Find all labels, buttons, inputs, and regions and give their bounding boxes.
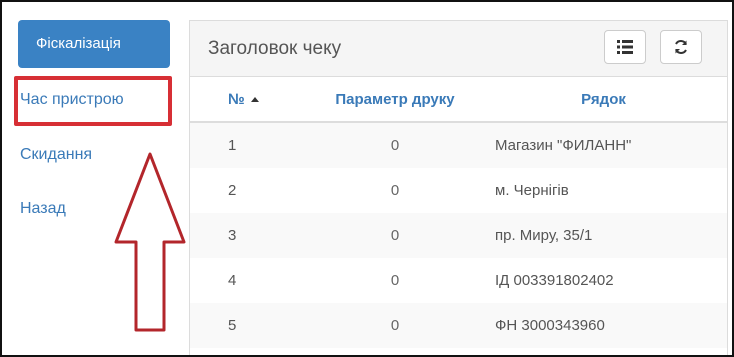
highlight-box bbox=[14, 76, 172, 126]
cell-number: 4 bbox=[228, 272, 237, 289]
cell-number: 3 bbox=[190, 213, 309, 258]
table-header-row: № Параметр друку Рядок bbox=[190, 77, 727, 123]
cell-line: Магазин "ФИЛАНН" bbox=[481, 122, 727, 168]
cell-number: 1 bbox=[190, 122, 309, 168]
app-frame: Фіскалізація Час пристрою Скидання Назад… bbox=[0, 0, 734, 357]
column-header-label: № bbox=[228, 90, 245, 108]
cell-number: 2 bbox=[228, 182, 237, 199]
sidebar-item-back[interactable]: Назад bbox=[20, 200, 66, 218]
cell-print-param: 0 bbox=[309, 122, 481, 168]
sidebar-item-label: Назад bbox=[20, 200, 66, 217]
table-row[interactable]: 5 0 ФН 3000343960 bbox=[190, 303, 727, 348]
cell-line: ФН 3000343960 bbox=[481, 303, 727, 348]
cell-print-param: 0 bbox=[390, 272, 400, 289]
table-row[interactable]: 1 0 Магазин "ФИЛАНН" bbox=[190, 122, 727, 168]
cell-print-param: 0 bbox=[309, 303, 481, 348]
cell-line: м. Чернігів bbox=[495, 182, 569, 199]
table-row[interactable]: 3 0 пр. Миру, 35/1 bbox=[190, 213, 727, 258]
receipt-header-panel: Заголовок чеку № Параметр друку Рядок 1 … bbox=[189, 20, 728, 355]
columns-button[interactable] bbox=[604, 30, 646, 64]
cell-line: ІД 003391802402 bbox=[495, 272, 614, 289]
sidebar-item-label: Скидання bbox=[20, 146, 93, 163]
column-header-number[interactable]: № bbox=[190, 77, 309, 123]
table-row[interactable]: 2 0 м. Чернігів bbox=[190, 168, 727, 213]
refresh-button[interactable] bbox=[660, 30, 702, 64]
column-header-line[interactable]: Рядок bbox=[481, 77, 727, 123]
table-row[interactable]: 4 0 ІД 003391802402 bbox=[190, 258, 727, 303]
cell-number: 5 bbox=[190, 303, 309, 348]
panel-header: Заголовок чеку bbox=[190, 21, 727, 77]
sort-ascending-icon bbox=[250, 97, 259, 103]
refresh-icon bbox=[675, 40, 687, 54]
up-arrow-annotation bbox=[114, 152, 186, 332]
cell-print-param: 0 bbox=[309, 213, 481, 258]
column-header-print-param[interactable]: Параметр друку bbox=[309, 77, 481, 123]
panel-title: Заголовок чеку bbox=[208, 38, 342, 59]
sidebar-item-reset[interactable]: Скидання bbox=[20, 146, 92, 164]
list-icon bbox=[617, 40, 633, 54]
receipt-header-table: № Параметр друку Рядок 1 0 Магазин "ФИЛА… bbox=[190, 77, 727, 348]
sidebar-item-fiscalization[interactable]: Фіскалізація bbox=[18, 20, 170, 68]
cell-line: пр. Миру, 35/1 bbox=[481, 213, 727, 258]
sidebar-item-label: Фіскалізація bbox=[36, 35, 121, 52]
cell-print-param: 0 bbox=[390, 182, 400, 199]
